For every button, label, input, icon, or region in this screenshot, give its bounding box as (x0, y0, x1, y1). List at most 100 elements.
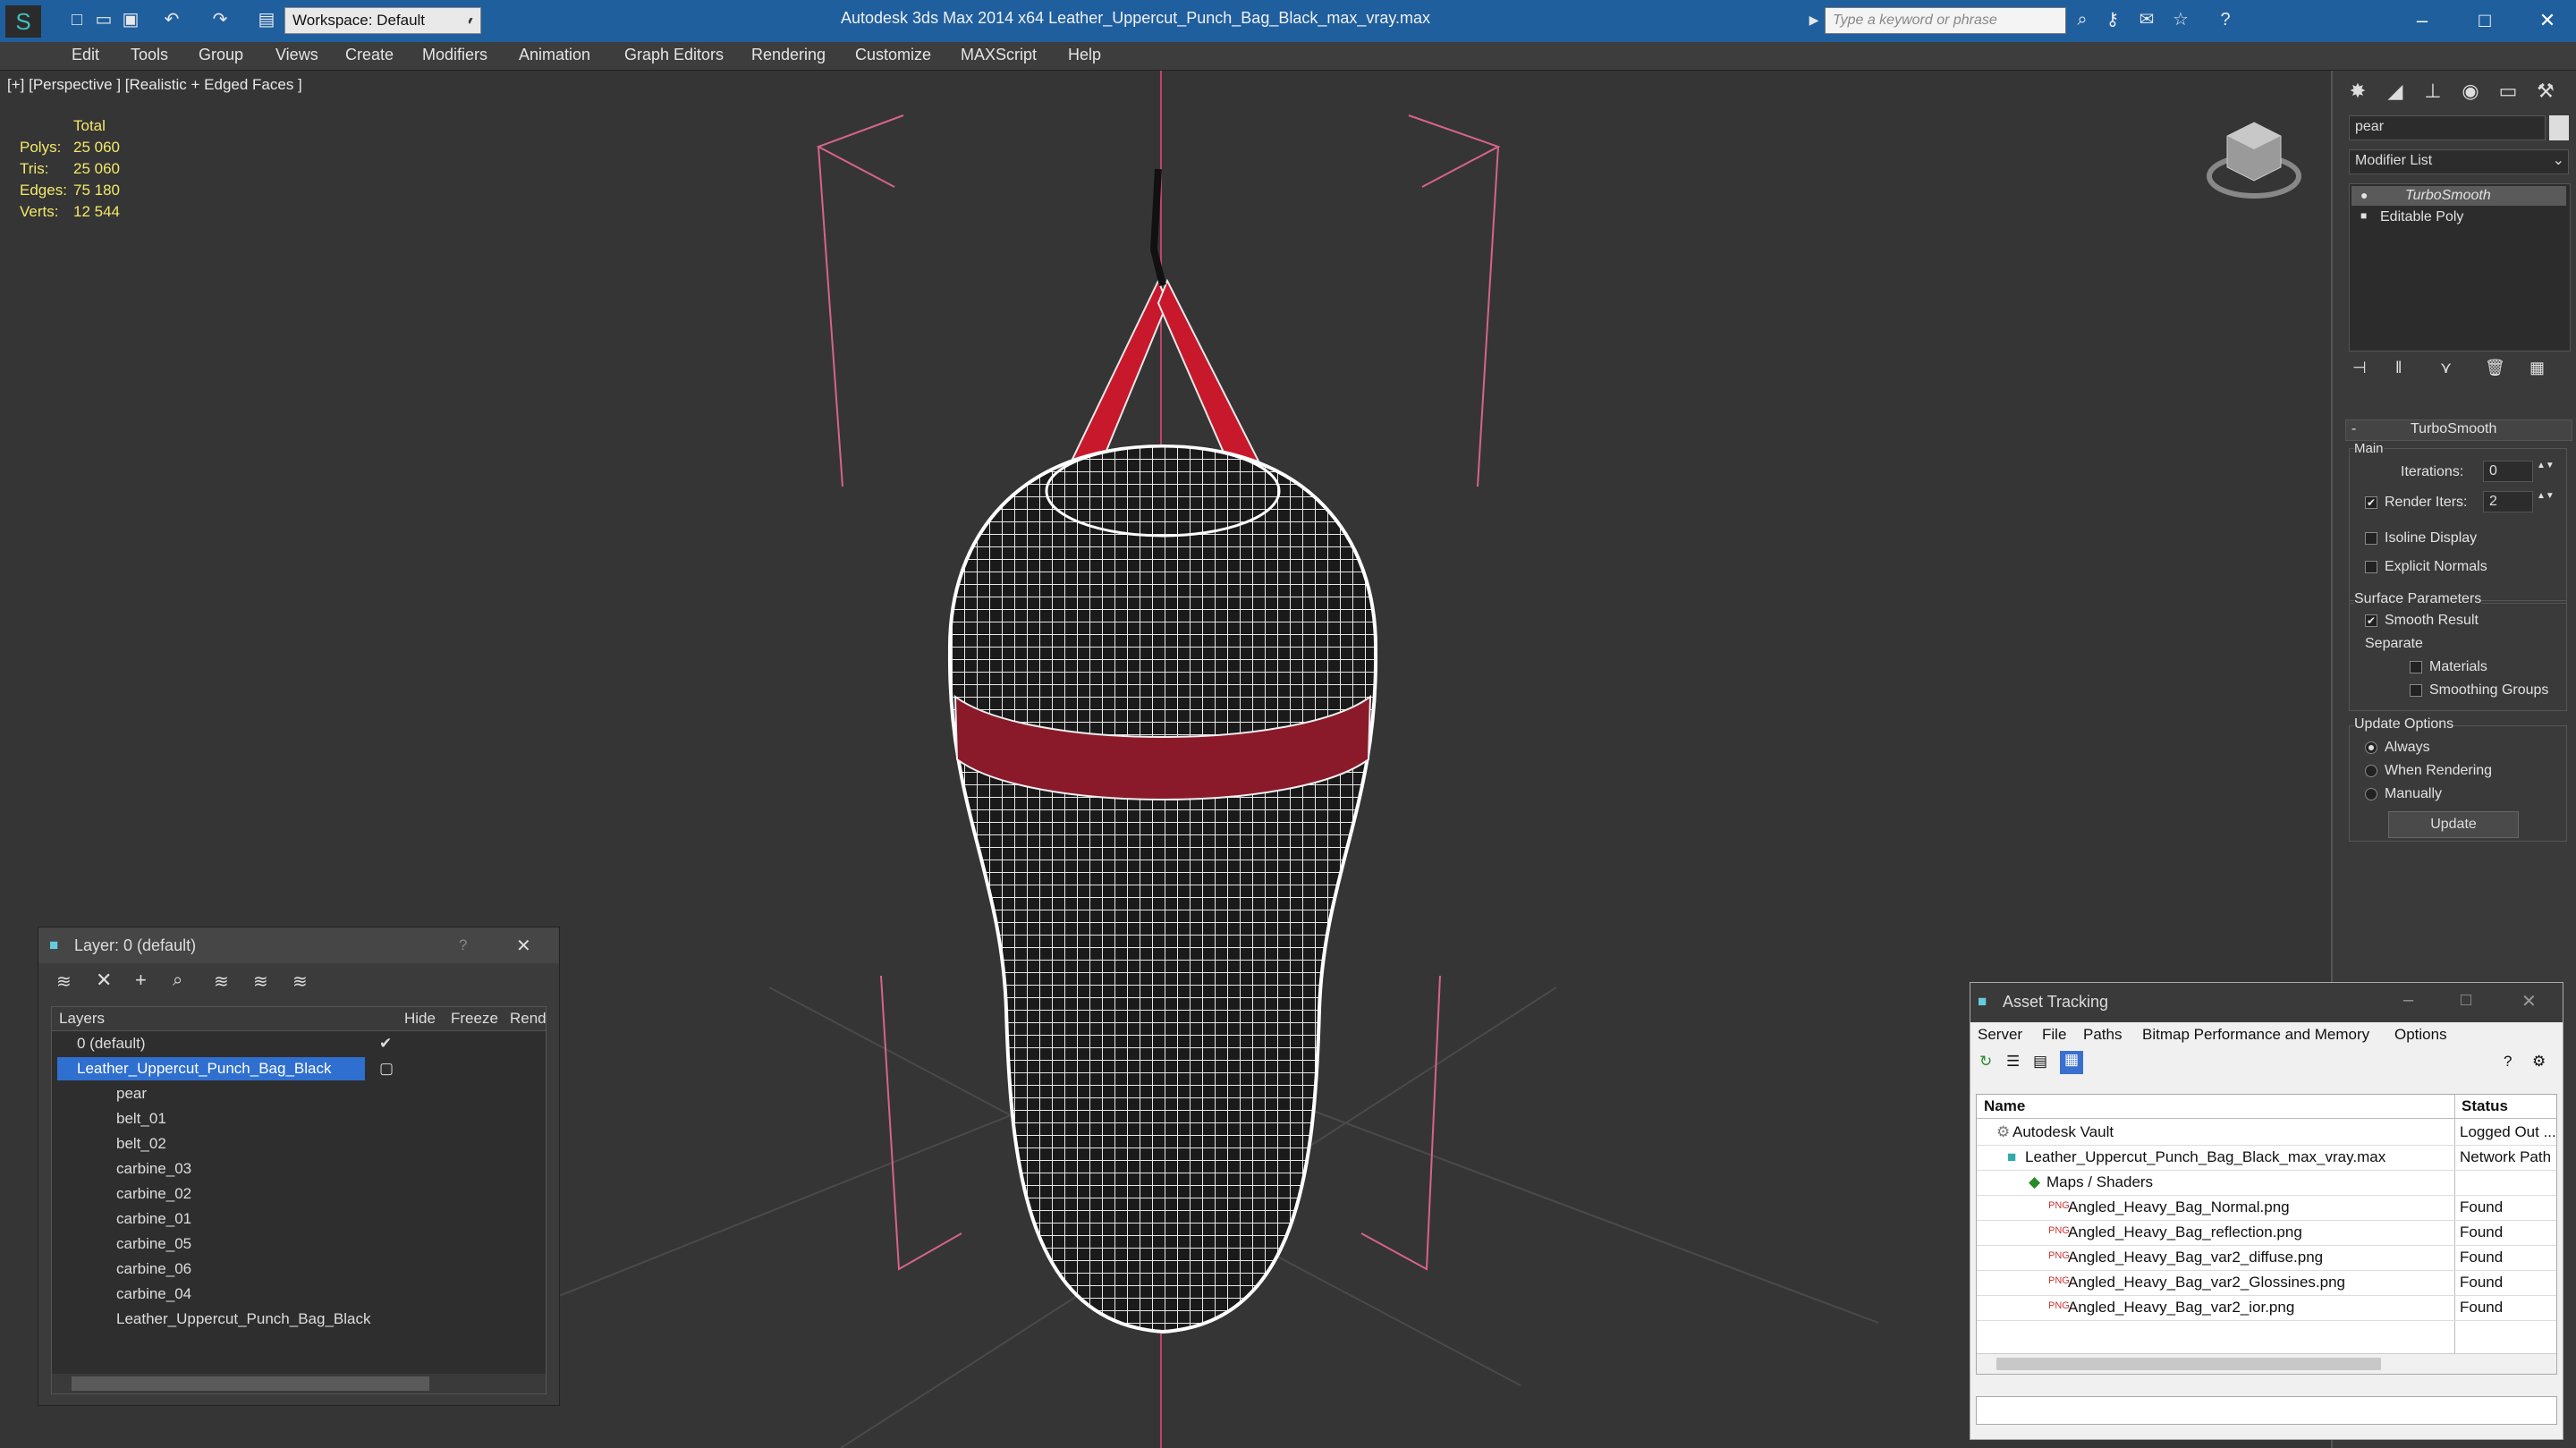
menu-graph-editors[interactable]: Graph Editors (624, 46, 724, 64)
table-row[interactable]: ■ Leather_Uppercut_Punch_Bag_Black_max_v… (1977, 1145, 2556, 1171)
update-button[interactable]: Update (2388, 811, 2519, 838)
add-to-layer-icon[interactable]: + (135, 969, 147, 992)
col-freeze[interactable]: Freeze (451, 1010, 498, 1028)
grid-view-icon[interactable]: ▦ (2060, 1051, 2083, 1074)
render-iters-checkbox[interactable]: ✔ (2365, 496, 2377, 509)
display-tab-icon[interactable]: ▭ (2490, 76, 2526, 106)
communication-center-icon[interactable]: ✉ (2136, 9, 2157, 30)
table-row[interactable]: PNG Angled_Heavy_Bag_var2_ior.png Found (1977, 1295, 2556, 1321)
menu-animation[interactable]: Animation (519, 46, 590, 64)
maximize-button[interactable]: □ (2461, 990, 2471, 1011)
smooth-result-checkbox[interactable]: ✔ (2365, 614, 2377, 627)
menu-create[interactable]: Create (345, 46, 394, 64)
menu-tools[interactable]: Tools (131, 46, 168, 64)
stack-item-turbosmooth[interactable]: ● TurboSmooth (2351, 186, 2566, 206)
menu-server[interactable]: Server (1978, 1026, 2022, 1044)
viewcube-icon[interactable] (2205, 114, 2303, 212)
favorites-star-icon[interactable]: ☆ (2170, 9, 2191, 30)
update-always-radio[interactable] (2365, 741, 2377, 754)
search-input[interactable]: Type a keyword or phrase (1825, 7, 2066, 34)
show-end-result-icon[interactable]: ‖ (2395, 359, 2402, 377)
col-status[interactable]: Status (2462, 1097, 2508, 1115)
utilities-tab-icon[interactable]: ⚒ (2528, 76, 2563, 106)
menu-file[interactable]: File (2042, 1026, 2066, 1044)
turbosmooth-rollout-header[interactable]: - TurboSmooth (2345, 419, 2572, 441)
maximize-button[interactable]: □ (2467, 5, 2503, 36)
current-layer-box-icon[interactable]: ▢ (379, 1060, 394, 1078)
open-file-icon[interactable]: ▭ (93, 9, 114, 30)
help-icon[interactable]: ? (2215, 9, 2236, 30)
menu-maxscript[interactable]: MAXScript (961, 46, 1037, 64)
spinner-arrows-icon[interactable]: ▲▼ (2537, 491, 2555, 501)
modify-tab-icon[interactable]: ◢ (2377, 76, 2413, 106)
close-icon[interactable]: ✕ (516, 935, 531, 957)
materials-checkbox[interactable] (2410, 661, 2422, 673)
undo-icon[interactable]: ↶ (161, 9, 182, 30)
workspace-dropdown[interactable]: Workspace: Default ▼ (284, 7, 481, 34)
asset-tracking-header[interactable]: ■ Asset Tracking – □ ✕ (1970, 983, 2563, 1022)
col-name[interactable]: Name (1984, 1097, 2025, 1115)
table-row[interactable]: pear (52, 1082, 546, 1107)
project-folder-icon[interactable]: ▤ (256, 9, 277, 30)
col-hide[interactable]: Hide (404, 1010, 436, 1028)
table-row[interactable]: carbine_04 (52, 1283, 546, 1308)
pin-stack-icon[interactable]: ⊣ (2352, 359, 2367, 377)
table-row[interactable]: carbine_06 (52, 1257, 546, 1283)
menu-views[interactable]: Views (275, 46, 318, 64)
explicit-normals-checkbox[interactable] (2365, 561, 2377, 573)
table-row[interactable]: belt_02 (52, 1132, 546, 1157)
table-row[interactable]: carbine_01 (52, 1207, 546, 1232)
select-objects-icon[interactable]: ⌕ (173, 970, 182, 991)
minimize-button[interactable]: – (2404, 5, 2440, 36)
table-row[interactable]: 0 (default) ✔ (52, 1032, 546, 1057)
table-row[interactable]: ◆ Maps / Shaders (1977, 1170, 2556, 1196)
menu-edit[interactable]: Edit (72, 46, 99, 64)
menu-group[interactable]: Group (199, 46, 243, 64)
menu-modifiers[interactable]: Modifiers (422, 46, 487, 64)
table-row[interactable]: PNG Angled_Heavy_Bag_var2_Glossines.png … (1977, 1270, 2556, 1296)
refresh-icon[interactable]: ↻ (1979, 1053, 1992, 1071)
settings-icon[interactable]: ⚙ (2532, 1053, 2546, 1071)
freeze-all-icon[interactable]: ≋ (292, 970, 308, 993)
app-logo-icon[interactable]: S (5, 5, 41, 38)
render-iters-spinner[interactable]: 2 (2483, 491, 2533, 512)
binoculars-icon[interactable]: ⌕ (2072, 9, 2093, 30)
update-manually-radio[interactable] (2365, 788, 2377, 800)
table-row[interactable]: PNG Angled_Heavy_Bag_Normal.png Found (1977, 1195, 2556, 1221)
scroll-thumb[interactable] (1996, 1358, 2381, 1370)
modifier-list-dropdown[interactable]: Modifier List ⌄ (2349, 149, 2569, 174)
table-row[interactable]: PNG Angled_Heavy_Bag_var2_diffuse.png Fo… (1977, 1245, 2556, 1271)
menu-customize[interactable]: Customize (855, 46, 931, 64)
layer-hscrollbar[interactable] (52, 1374, 546, 1393)
table-row[interactable]: carbine_05 (52, 1232, 546, 1257)
modifier-stack[interactable]: ● TurboSmooth ■ Editable Poly (2349, 183, 2571, 351)
table-row[interactable]: ⚙ Autodesk Vault Logged Out ... (1977, 1120, 2556, 1146)
asset-hscrollbar[interactable] (1977, 1353, 2556, 1374)
help-icon[interactable]: ? (2504, 1053, 2512, 1071)
configure-sets-icon[interactable]: ▦ (2529, 359, 2545, 377)
create-tab-icon[interactable]: ✸ (2340, 76, 2376, 106)
hide-all-icon[interactable]: ≋ (253, 970, 268, 993)
col-layers[interactable]: Layers (59, 1010, 105, 1028)
spinner-arrows-icon[interactable]: ▲▼ (2537, 461, 2555, 470)
menu-help[interactable]: Help (1068, 46, 1101, 64)
save-file-icon[interactable]: ▣ (120, 9, 141, 30)
menu-options[interactable]: Options (2394, 1026, 2447, 1044)
checkmark-icon[interactable]: ✔ (379, 1035, 392, 1053)
object-name-input[interactable]: pear (2349, 115, 2546, 140)
layer-dialog-header[interactable]: ■ Layer: 0 (default) ? ✕ (38, 927, 559, 963)
minimize-button[interactable]: – (2403, 990, 2413, 1011)
table-row[interactable]: Leather_Uppercut_Punch_Bag_Black (52, 1308, 546, 1333)
close-button[interactable]: ✕ (2529, 5, 2565, 36)
list-view-icon[interactable]: ☰ (2006, 1053, 2020, 1071)
table-row[interactable]: PNG Angled_Heavy_Bag_reflection.png Foun… (1977, 1220, 2556, 1246)
scroll-thumb[interactable] (72, 1376, 429, 1391)
hierarchy-tab-icon[interactable]: ⊥ (2415, 76, 2451, 106)
update-when-rendering-radio[interactable] (2365, 765, 2377, 777)
new-file-icon[interactable]: □ (66, 9, 88, 30)
asset-path-field[interactable] (1976, 1396, 2557, 1425)
create-layer-icon[interactable]: ≋ (56, 970, 72, 993)
table-row[interactable]: carbine_03 (52, 1157, 546, 1182)
lightbulb-icon[interactable]: ● (2360, 188, 2368, 202)
table-row[interactable]: belt_01 (52, 1107, 546, 1132)
